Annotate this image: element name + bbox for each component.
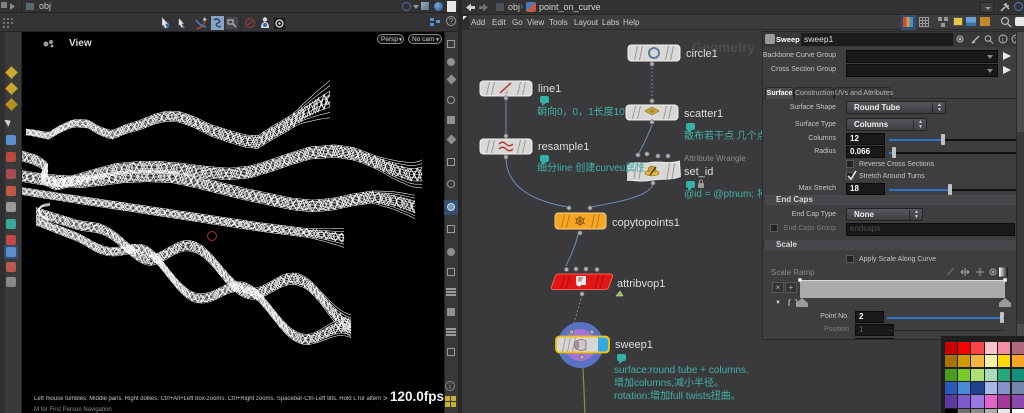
svg-text:copytopoints1: copytopoints1 [612, 217, 680, 229]
svg-text:circle1: circle1 [686, 48, 718, 60]
svg-text:rotation:增加full twists扭曲。: rotation:增加full twists扭曲。 [614, 389, 741, 402]
svg-text:细分line 创建curveu属性: 细分line 创建curveu属性 [537, 161, 645, 174]
svg-text:sweep1: sweep1 [615, 339, 653, 351]
svg-text:朝向0，0，1长度10: 朝向0，0，1长度10 [537, 105, 625, 118]
svg-text:增加columns,减小半径。: 增加columns,减小半径。 [614, 376, 724, 389]
svg-text:散布若干点 几个点: 散布若干点 几个点 [684, 129, 767, 142]
svg-text:set_id: set_id [684, 166, 713, 178]
svg-text:scatter1: scatter1 [684, 108, 723, 120]
svg-text:Attribute Wrangle: Attribute Wrangle [684, 154, 746, 163]
svg-text:attribvop1: attribvop1 [617, 278, 665, 290]
svg-text:resample1: resample1 [538, 141, 589, 153]
svg-text:line1: line1 [538, 83, 561, 95]
svg-text:@id = @ptnum; 将: @id = @ptnum; 将 [684, 188, 767, 200]
svg-text:surface:round tube + columns.: surface:round tube + columns. [614, 365, 749, 376]
